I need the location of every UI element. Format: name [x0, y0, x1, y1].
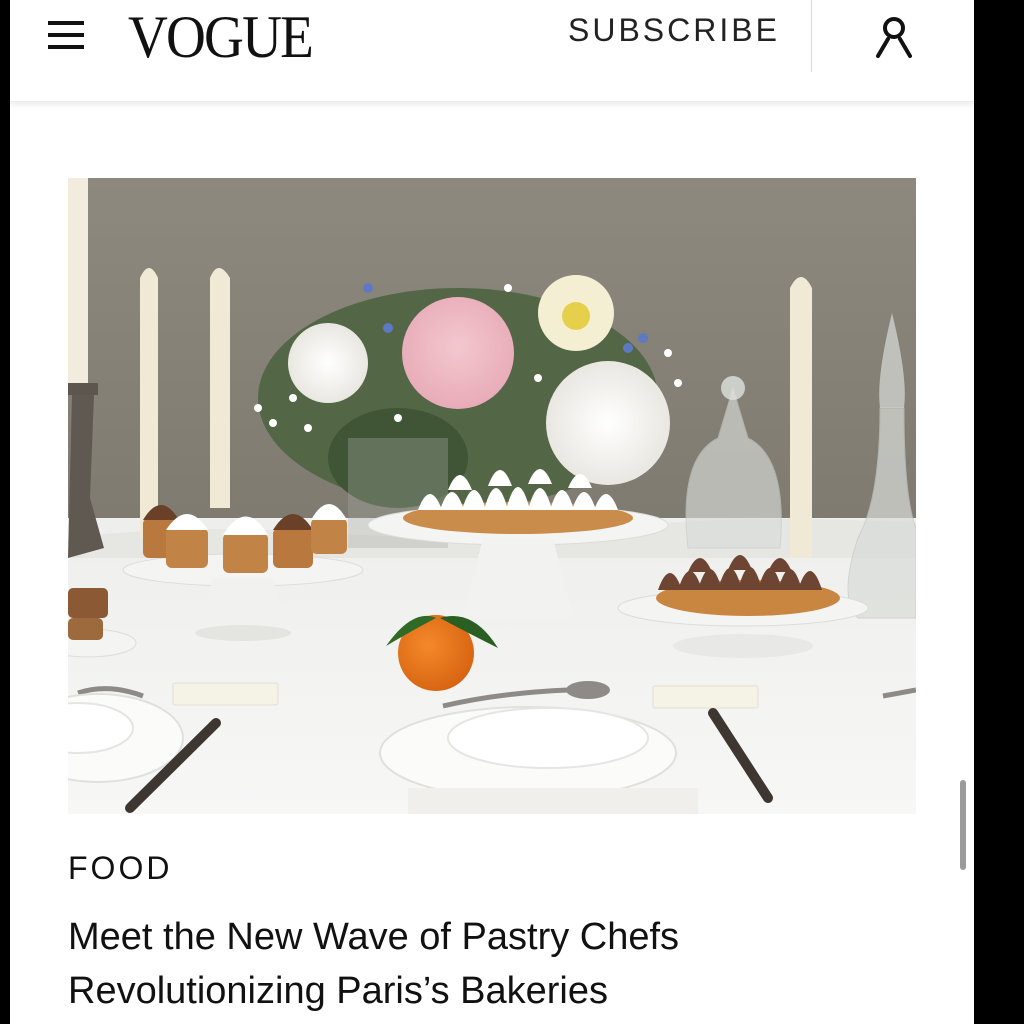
subscribe-button[interactable]: SUBSCRIBE [568, 10, 780, 50]
hamburger-menu-icon[interactable] [46, 14, 88, 56]
article-headline-link[interactable]: Meet the New Wave of Pastry Chefs Revolu… [68, 910, 928, 1018]
right-screen-border [974, 0, 1024, 1024]
site-header: VOGUE SUBSCRIBE [10, 0, 974, 102]
article-category-link[interactable]: FOOD [68, 850, 172, 887]
page: VOGUE SUBSCRIBE FOOD Meet the New Wave o… [10, 0, 974, 1024]
vogue-logo[interactable]: VOGUE [128, 4, 314, 70]
user-account-icon[interactable] [870, 12, 918, 60]
page-scrollbar[interactable] [960, 780, 966, 870]
article-hero-image[interactable] [68, 178, 916, 814]
header-divider [811, 0, 812, 72]
left-screen-border [0, 0, 10, 1024]
